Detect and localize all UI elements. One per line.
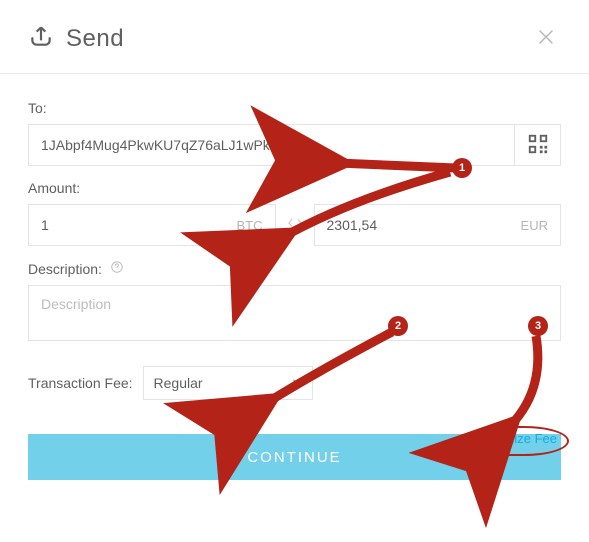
- send-icon: [28, 23, 54, 54]
- dialog-title: Send: [66, 25, 124, 53]
- amount-label: Amount:: [28, 180, 561, 196]
- chevron-down-icon: [290, 375, 304, 392]
- fiat-amount-input[interactable]: [327, 217, 521, 233]
- fee-row: Transaction Fee: Regular: [28, 366, 561, 400]
- crypto-unit: BTC: [237, 218, 263, 233]
- to-label: To:: [28, 100, 561, 116]
- description-input[interactable]: [28, 285, 561, 341]
- help-icon[interactable]: [110, 260, 124, 274]
- send-dialog: Send To: Amount: BTC: [0, 0, 589, 542]
- dialog-body: To: Amount: BTC: [0, 74, 589, 408]
- amount-row: BTC EUR: [28, 204, 561, 246]
- title-wrap: Send: [28, 23, 124, 54]
- fee-selected-value: Regular: [154, 375, 203, 391]
- fiat-amount-box: EUR: [314, 204, 562, 246]
- amount-field: Amount: BTC EUR: [28, 180, 561, 246]
- close-button[interactable]: [531, 22, 561, 55]
- close-icon: [535, 36, 557, 51]
- fee-select[interactable]: Regular: [143, 366, 313, 400]
- crypto-amount-input[interactable]: [41, 217, 237, 233]
- fiat-unit: EUR: [521, 218, 548, 233]
- to-input[interactable]: [28, 124, 515, 166]
- fee-label: Transaction Fee:: [28, 375, 133, 391]
- description-label: Description:: [28, 260, 561, 277]
- to-row: [28, 124, 561, 166]
- to-field: To:: [28, 100, 561, 166]
- swap-icon: [286, 214, 304, 237]
- qr-button[interactable]: [515, 124, 561, 166]
- description-field: Description:: [28, 260, 561, 346]
- crypto-amount-box: BTC: [28, 204, 276, 246]
- customize-fee-link[interactable]: Customize Fee: [470, 431, 557, 446]
- qr-icon: [527, 133, 549, 158]
- dialog-header: Send: [0, 0, 589, 74]
